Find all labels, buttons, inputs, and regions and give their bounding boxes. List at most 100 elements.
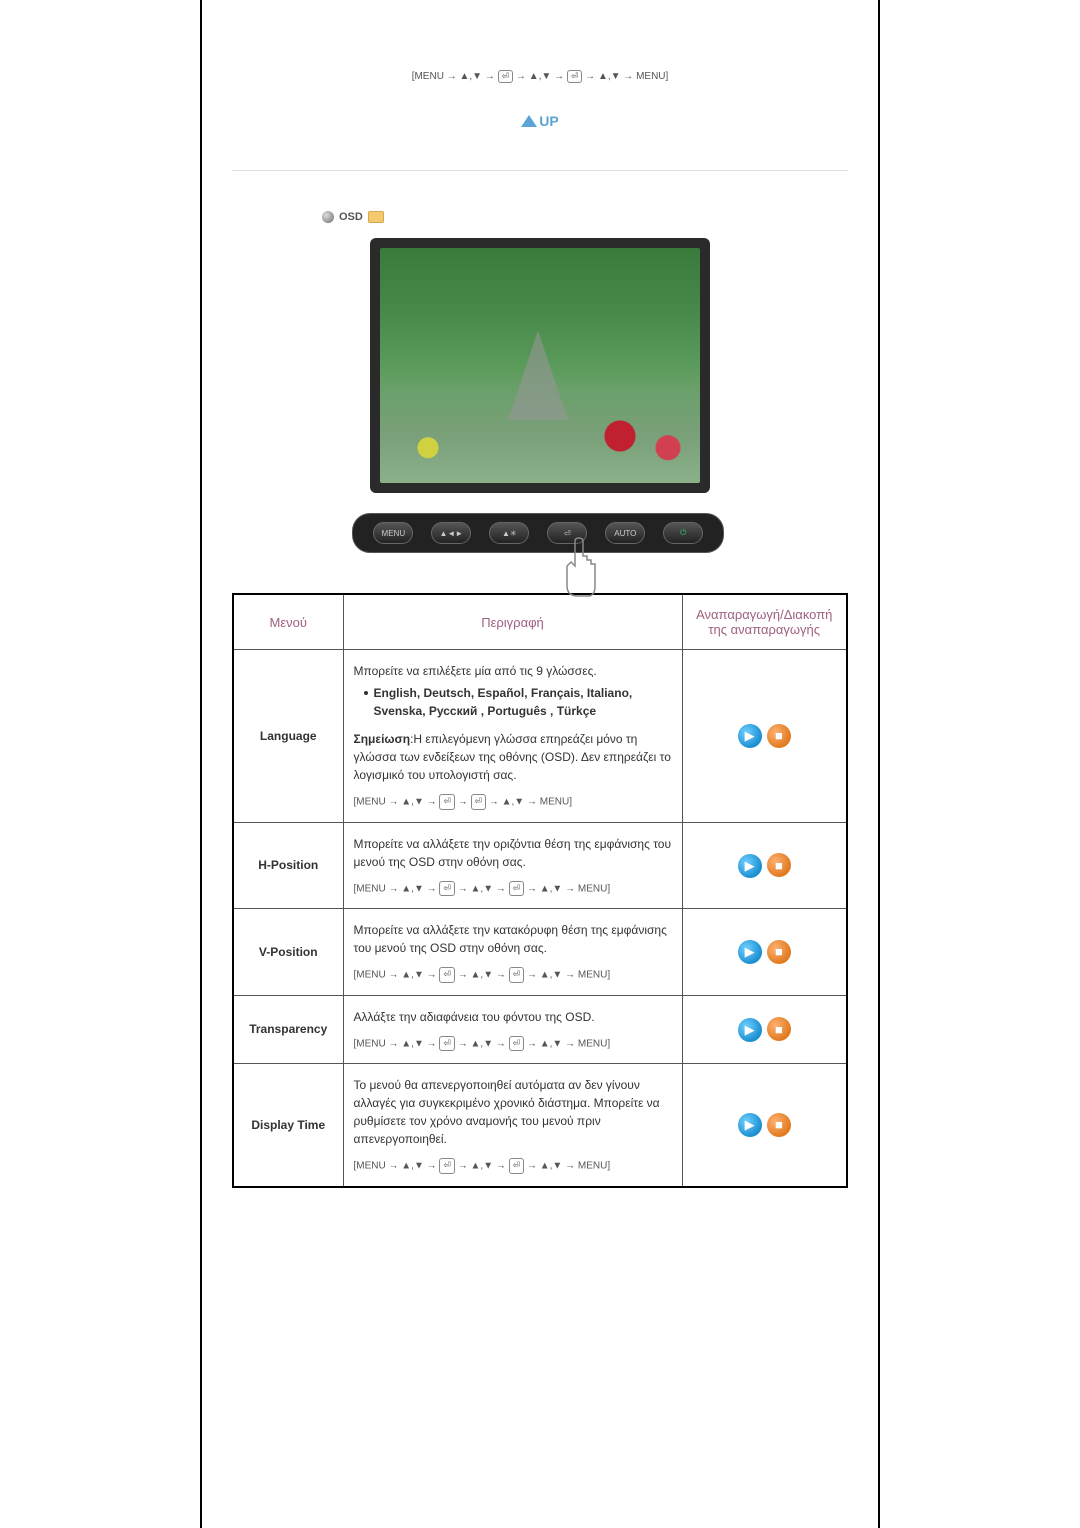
menu-button[interactable]: MENU [373, 522, 413, 544]
page-container: [MENU → ▲,▼ → ⏎ → ▲,▼ → ⏎ → ▲,▼ → MENU] … [200, 0, 880, 1528]
header-description: Περιγραφή [343, 594, 682, 650]
menu-name-language: Language [233, 650, 343, 823]
actions-cell: ▶ ■ [682, 995, 847, 1064]
nav-path: [MENU → ▲,▼ → ⏎ → ▲,▼ → ⏎ → ▲,▼ → MENU] [354, 967, 672, 983]
nav-arrows: ▲,▼ → [459, 71, 497, 82]
play-icon[interactable]: ▶ [738, 1018, 762, 1042]
nav-suffix: → ▲,▼ → MENU] [524, 969, 610, 980]
desc-text: Μπορείτε να αλλάξετε την κατακόρυφη θέση… [354, 921, 672, 957]
table-row: Transparency Αλλάξτε την αδιαφάνεια του … [233, 995, 847, 1064]
nav-mid: → ▲,▼ → [513, 71, 567, 82]
hand-pointer-icon [553, 536, 603, 606]
enter-key-icon: ⏎ [509, 1036, 525, 1052]
actions-cell: ▶ ■ [682, 822, 847, 909]
desc-language: Μπορείτε να επιλέξετε μία από τις 9 γλώσ… [343, 650, 682, 823]
stop-icon[interactable]: ■ [767, 853, 791, 877]
nav-suffix: → ▲,▼ → MENU] [582, 71, 668, 82]
play-icon[interactable]: ▶ [738, 854, 762, 878]
language-list-text: English, Deutsch, Español, Français, Ita… [374, 684, 672, 720]
osd-section-header: OSD [322, 211, 848, 223]
play-icon[interactable]: ▶ [738, 940, 762, 964]
table-row: H-Position Μπορείτε να αλλάξετε την οριζ… [233, 822, 847, 909]
power-button[interactable]: ⏻ [663, 522, 703, 544]
nav-prefix: [MENU → ▲,▼ → [354, 796, 440, 807]
play-icon[interactable]: ▶ [738, 724, 762, 748]
enter-key-icon: ⏎ [509, 1158, 525, 1174]
up-button-wrap: UP [232, 113, 848, 130]
nav-mid: → ▲,▼ → [455, 969, 509, 980]
up-button-label: UP [539, 113, 558, 129]
menu-name-hposition: H-Position [233, 822, 343, 909]
enter-key-icon: ⏎ [471, 794, 487, 810]
stop-icon[interactable]: ■ [767, 724, 791, 748]
nav-suffix: → ▲,▼ → MENU] [524, 1038, 610, 1049]
language-list: English, Deutsch, Español, Français, Ita… [364, 684, 672, 720]
play-icon[interactable]: ▶ [738, 1113, 762, 1137]
monitor-frame [370, 238, 710, 493]
bullet-icon [364, 691, 368, 695]
enter-key-icon: ⏎ [439, 794, 455, 810]
nav-path: [MENU → ▲,▼ → ⏎ → ▲,▼ → ⏎ → ▲,▼ → MENU] [354, 881, 672, 897]
stop-icon[interactable]: ■ [767, 940, 791, 964]
menu-name-displaytime: Display Time [233, 1064, 343, 1187]
desc-vposition: Μπορείτε να αλλάξετε την κατακόρυφη θέση… [343, 909, 682, 996]
nav-path: [MENU → ▲,▼ → ⏎ → ▲,▼ → ⏎ → ▲,▼ → MENU] [354, 1036, 672, 1052]
osd-label: OSD [339, 211, 363, 223]
actions-cell: ▶ ■ [682, 1064, 847, 1187]
divider [232, 170, 848, 171]
header-menu: Μενού [233, 594, 343, 650]
enter-key-icon: ⏎ [509, 967, 525, 983]
desc-text: Μπορείτε να αλλάξετε την οριζόντια θέση … [354, 835, 672, 871]
menu-name-transparency: Transparency [233, 995, 343, 1064]
note-label: Σημείωση [354, 732, 411, 746]
enter-key-icon: ⏎ [439, 1158, 455, 1174]
nav-brightness-button[interactable]: ▲◄► [431, 522, 471, 544]
nav-mid: → ▲,▼ → [455, 883, 509, 894]
enter-key-icon: ⏎ [509, 881, 525, 897]
actions-cell: ▶ ■ [682, 909, 847, 996]
table-row: V-Position Μπορείτε να αλλάξετε την κατα… [233, 909, 847, 996]
nav-contrast-button[interactable]: ▲✳ [489, 522, 529, 544]
enter-key-icon: ⏎ [439, 967, 455, 983]
nav-mid: → ▲,▼ → [455, 1038, 509, 1049]
menu-name-vposition: V-Position [233, 909, 343, 996]
nav-path: [MENU → ▲,▼ → ⏎ → ⏎ → ▲,▼ → MENU] [354, 794, 672, 810]
desc-hposition: Μπορείτε να αλλάξετε την οριζόντια θέση … [343, 822, 682, 909]
monitor-button-bar: MENU ▲◄► ▲✳ ⏎ AUTO ⏻ [352, 513, 724, 553]
stop-icon[interactable]: ■ [767, 1017, 791, 1041]
enter-key-icon: ⏎ [498, 70, 514, 83]
stop-icon[interactable]: ■ [767, 1113, 791, 1137]
nav-prefix: [MENU → ▲,▼ → [354, 1038, 440, 1049]
actions-cell: ▶ ■ [682, 650, 847, 823]
enter-key-icon: ⏎ [439, 881, 455, 897]
table-row: Display Time Το μενού θα απενεργοποιηθεί… [233, 1064, 847, 1187]
desc-text: Μπορείτε να επιλέξετε μία από τις 9 γλώσ… [354, 662, 672, 680]
note-block: Σημείωση:Η επιλεγόμενη γλώσσα επηρεάζει … [354, 730, 672, 784]
desc-text: Το μενού θα απενεργοποιηθεί αυτόματα αν … [354, 1076, 672, 1148]
up-button[interactable]: UP [521, 113, 558, 129]
desc-transparency: Αλλάξτε την αδιαφάνεια του φόντου της OS… [343, 995, 682, 1064]
section-bullet-icon [322, 211, 334, 223]
osd-settings-table: Μενού Περιγραφή Αναπαραγωγή/Διακοπή της … [232, 593, 848, 1188]
header-playback: Αναπαραγωγή/Διακοπή της αναπαραγωγής [682, 594, 847, 650]
osd-color-indicator-icon [368, 211, 384, 223]
nav-prefix: [MENU → ▲,▼ → [354, 883, 440, 894]
nav-suffix: → ▲,▼ → MENU] [486, 796, 572, 807]
table-row: Language Μπορείτε να επιλέξετε μία από τ… [233, 650, 847, 823]
nav-prefix: [MENU → ▲,▼ → [354, 1160, 440, 1171]
nav-mid: → [455, 796, 471, 807]
nav-mid: → ▲,▼ → [455, 1160, 509, 1171]
nav-suffix: → ▲,▼ → MENU] [524, 883, 610, 894]
monitor-screen-image [380, 248, 700, 483]
nav-suffix: → ▲,▼ → MENU] [524, 1160, 610, 1171]
nav-prefix: [MENU → ▲,▼ → [354, 969, 440, 980]
button-bar-wrap: MENU ▲◄► ▲✳ ⏎ AUTO ⏻ [232, 513, 848, 553]
nav-path: [MENU → ▲,▼ → ⏎ → ▲,▼ → ⏎ → ▲,▼ → MENU] [354, 1158, 672, 1174]
desc-text: Αλλάξτε την αδιαφάνεια του φόντου της OS… [354, 1008, 672, 1026]
nav-text: [MENU → [412, 71, 460, 82]
enter-key-icon: ⏎ [567, 70, 583, 83]
top-nav-sequence: [MENU → ▲,▼ → ⏎ → ▲,▼ → ⏎ → ▲,▼ → MENU] [232, 70, 848, 83]
arrow-up-icon [521, 115, 537, 127]
enter-key-icon: ⏎ [439, 1036, 455, 1052]
auto-button[interactable]: AUTO [605, 522, 645, 544]
